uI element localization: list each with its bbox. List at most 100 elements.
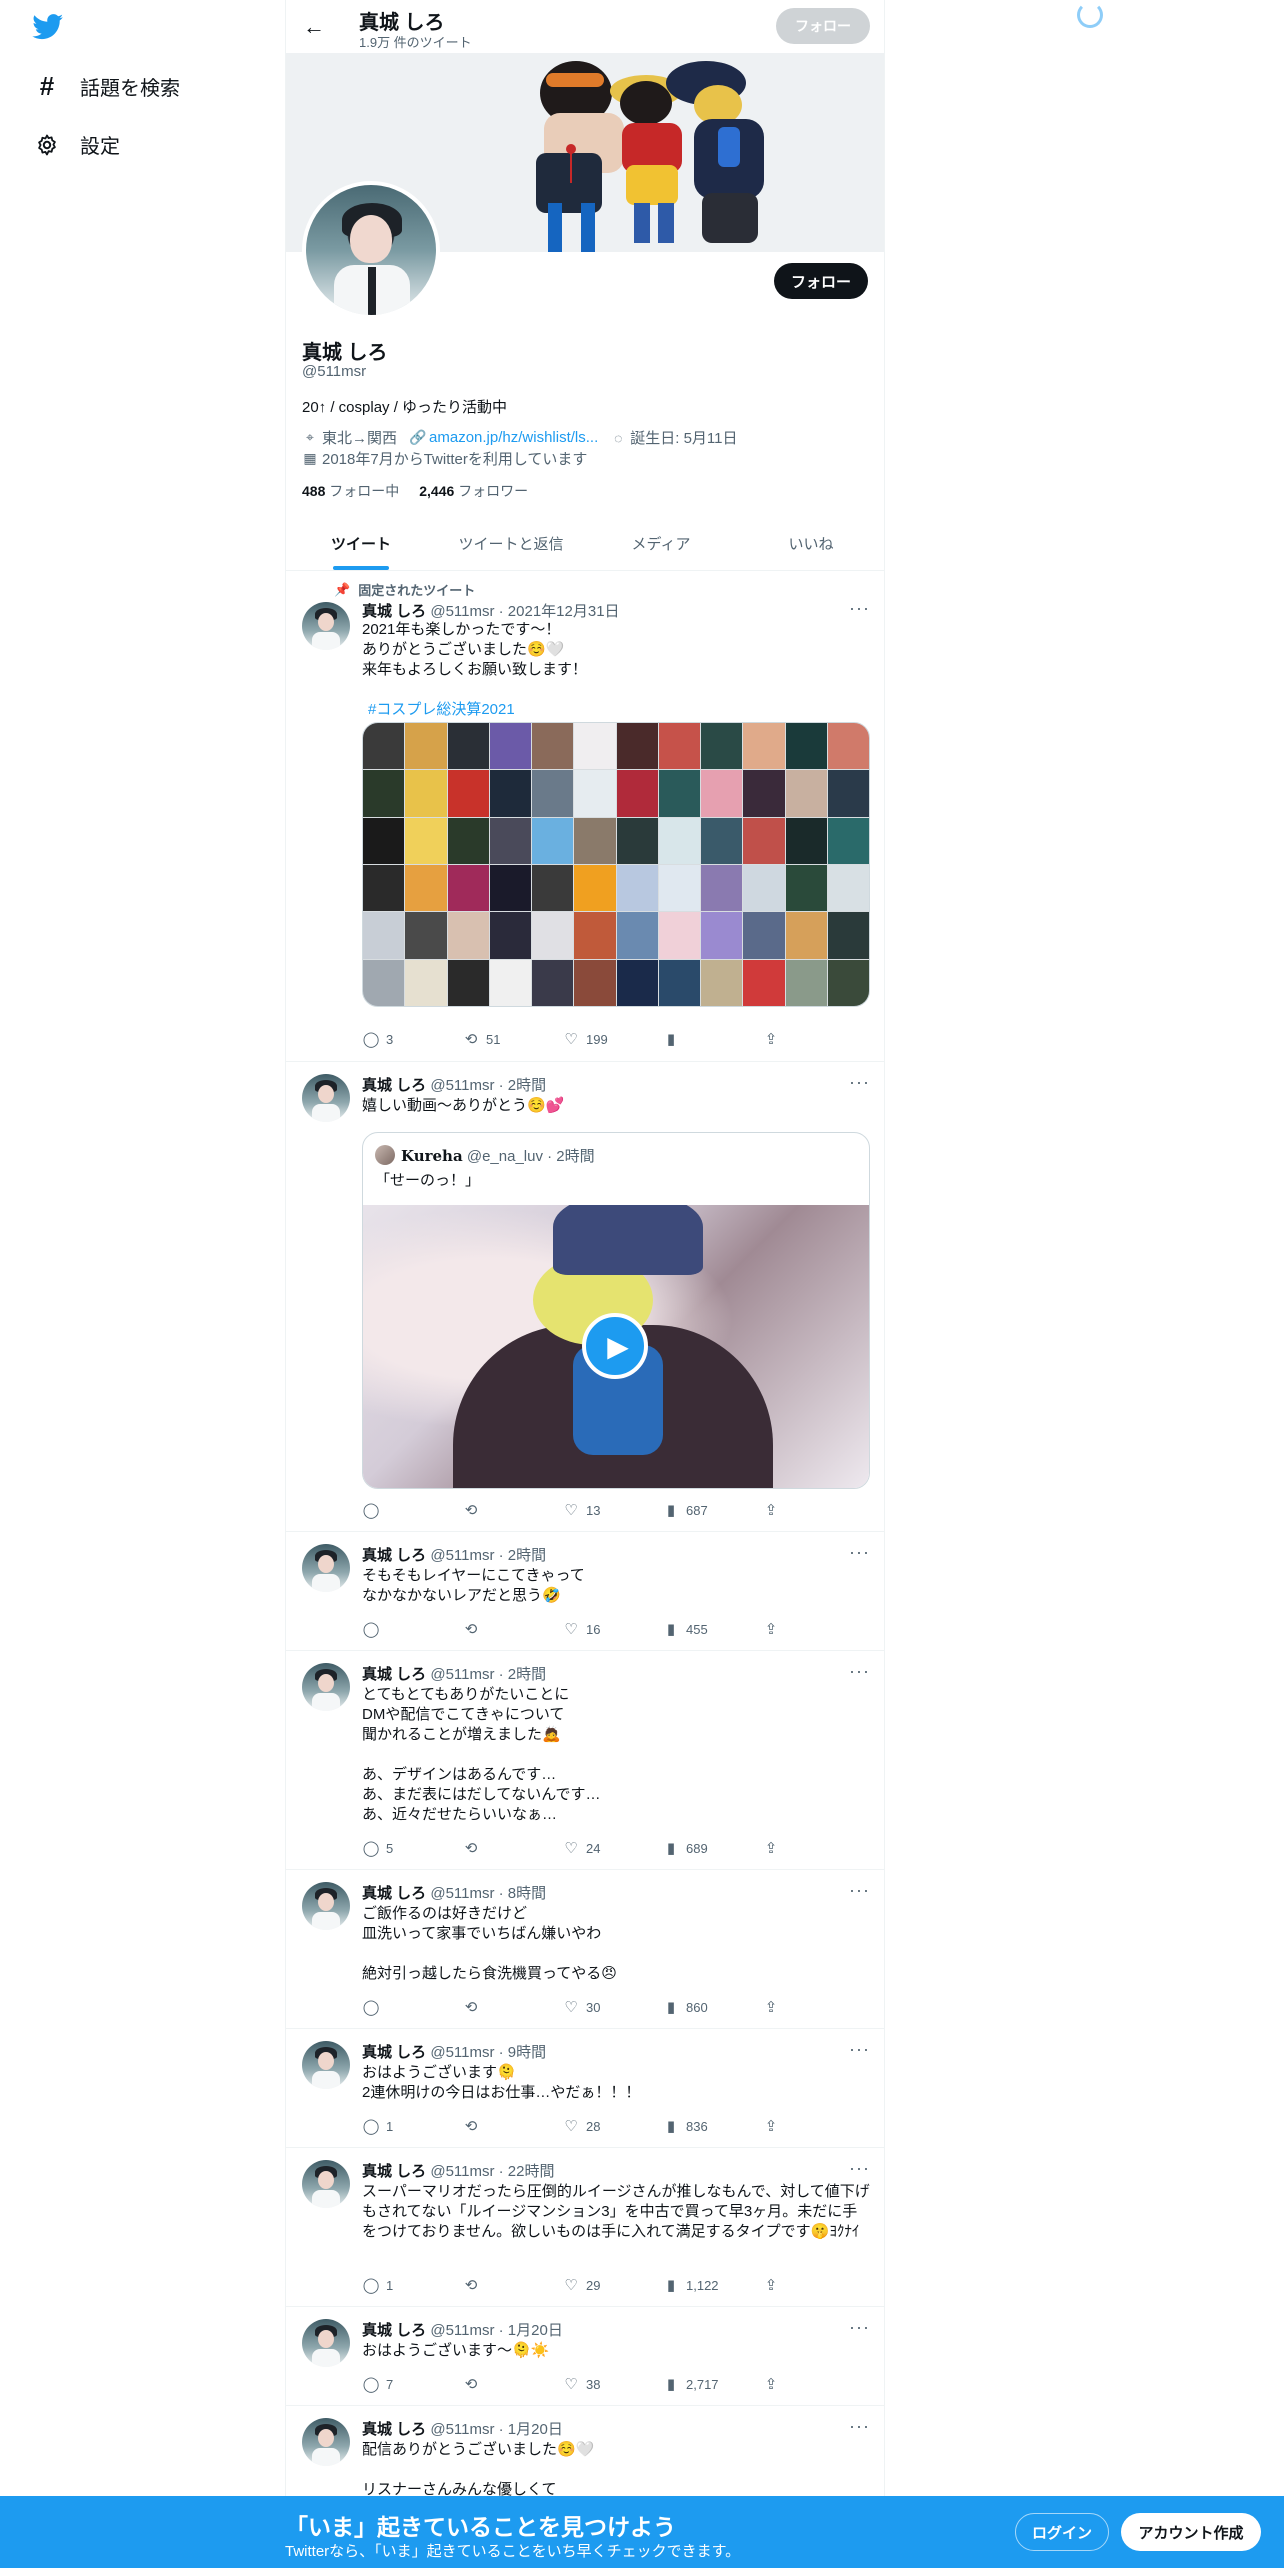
quoted-tweet[interactable]: Kureha @e_na_luv · 2時間 「せーのっ！」 ▶ [362,1132,870,1489]
tweet-author-name[interactable]: 真城 しろ [362,2044,426,2061]
tab-tweets-and-replies[interactable]: ツイートと返信 [436,518,586,570]
reply-button[interactable]: ◯ 7 [362,2375,462,2393]
tab-media[interactable]: メディア [586,518,736,570]
reply-button[interactable]: ◯ 5 [362,1839,462,1857]
play-icon[interactable]: ▶ [582,1313,648,1379]
twitter-logo-icon[interactable] [32,14,64,40]
header-follow-button[interactable]: フォロー [776,8,870,44]
retweet-button[interactable]: ⟲ [462,1998,562,2016]
tweet-text: スーパーマリオだったら圧倒的ルイージさんが推しなもんで、対して値下げもされてない… [362,2183,870,2240]
profile-website-link[interactable]: amazon.jp/hz/wishlist/ls... [429,429,598,446]
login-button[interactable]: ログイン [1015,2513,1109,2551]
tweet[interactable]: 真城 しろ @511msr · 22時間 ··· スーパーマリオだったら圧倒的ル… [286,2148,884,2307]
tweet-author-name[interactable]: 真城 しろ [362,1666,426,1683]
views-button[interactable]: ▮ 860 [662,1998,762,2016]
tweet-author-name[interactable]: 真城 しろ [362,2421,426,2438]
avatar[interactable] [302,1544,350,1592]
followers-link[interactable]: 2,446 フォロワー [419,481,528,501]
views-button[interactable]: ▮ 455 [662,1620,762,1638]
more-icon[interactable]: ··· [849,1542,870,1563]
share-button[interactable]: ⇪ [762,1030,780,1048]
share-button[interactable]: ⇪ [762,2117,780,2135]
avatar[interactable] [302,2418,350,2466]
following-link[interactable]: 488 フォロー中 [302,481,399,501]
nav-settings[interactable]: 設定 [34,130,120,159]
avatar[interactable] [302,2041,350,2089]
profile-birthday: 誕生日: 5月11日 [630,430,738,447]
like-button[interactable]: ♡ 13 [562,1501,662,1519]
tweet-author-name[interactable]: 真城 しろ [362,1885,426,1902]
tweet[interactable]: 📌 固定されたツイート 真城 しろ @511msr · 2021年12月31日 … [286,572,884,1062]
tweet[interactable]: 真城 しろ @511msr · 2時間 ··· そもそもレイヤーにこてきゃって … [286,1532,884,1651]
tweet-media-image[interactable] [362,722,870,1007]
share-button[interactable]: ⇪ [762,2276,780,2294]
retweet-button[interactable]: ⟲ 51 [462,1030,562,1048]
tab-likes[interactable]: いいね [736,518,884,570]
retweet-button[interactable]: ⟲ [462,2276,562,2294]
retweet-button[interactable]: ⟲ [462,2117,562,2135]
retweet-button[interactable]: ⟲ [462,2375,562,2393]
share-button[interactable]: ⇪ [762,1839,780,1857]
avatar[interactable] [302,2319,350,2367]
retweet-button[interactable]: ⟲ [462,1501,562,1519]
more-icon[interactable]: ··· [849,1880,870,1901]
reply-button[interactable]: ◯ [362,1501,462,1519]
reply-button[interactable]: ◯ [362,1620,462,1638]
tweet[interactable]: 真城 しろ @511msr · 8時間 ··· ご飯作るのは好きだけど 皿洗いっ… [286,1870,884,2029]
avatar[interactable] [302,602,350,650]
more-icon[interactable]: ··· [849,1072,870,1093]
tab-tweets[interactable]: ツイート [286,518,436,570]
more-icon[interactable]: ··· [849,598,870,619]
views-button[interactable]: ▮ 836 [662,2117,762,2135]
retweet-button[interactable]: ⟲ [462,1620,562,1638]
views-button[interactable]: ▮ 1,122 [662,2276,762,2294]
views-button[interactable]: ▮ 687 [662,1501,762,1519]
reply-button[interactable]: ◯ [362,1998,462,2016]
tweet-author-name[interactable]: 真城 しろ [362,1077,426,1094]
tweet-author-name[interactable]: 真城 しろ [362,603,426,620]
like-button[interactable]: ♡ 199 [562,1030,662,1048]
share-button[interactable]: ⇪ [762,1501,780,1519]
tweet[interactable]: 真城 しろ @511msr · 2時間 ··· とてもとてもありがたいことに D… [286,1651,884,1870]
reply-button[interactable]: ◯ 1 [362,2276,462,2294]
tweet-author-name[interactable]: 真城 しろ [362,2163,426,2180]
more-icon[interactable]: ··· [849,2317,870,2338]
like-button[interactable]: ♡ 16 [562,1620,662,1638]
more-icon[interactable]: ··· [849,2158,870,2179]
share-button[interactable]: ⇪ [762,1620,780,1638]
tweet-header: 真城 しろ @511msr · 2時間 [362,1663,546,1684]
avatar[interactable] [302,1882,350,1930]
views-button[interactable]: ▮ 2,717 [662,2375,762,2393]
reply-button[interactable]: ◯ 1 [362,2117,462,2135]
share-button[interactable]: ⇪ [762,1998,780,2016]
more-icon[interactable]: ··· [849,2039,870,2060]
tweet[interactable]: 真城 しろ @511msr · 1月20日 ··· おはようございます〜🫠☀️ … [286,2307,884,2406]
video-thumbnail[interactable]: ▶ [363,1205,869,1488]
share-button[interactable]: ⇪ [762,2375,780,2393]
retweet-button[interactable]: ⟲ [462,1839,562,1857]
hashtag-link[interactable]: #コスプレ総決算2021 [368,700,876,720]
profile-avatar[interactable] [302,181,440,319]
like-button[interactable]: ♡ 30 [562,1998,662,2016]
tweet-author-name[interactable]: 真城 しろ [362,1547,426,1564]
avatar[interactable] [302,1663,350,1711]
views-button[interactable]: ▮ [662,1030,762,1048]
more-icon[interactable]: ··· [849,1661,870,1682]
like-button[interactable]: ♡ 29 [562,2276,662,2294]
more-icon[interactable]: ··· [849,2416,870,2437]
tweet[interactable]: 真城 しろ @511msr · 9時間 ··· おはようございます🫠 2連休明け… [286,2029,884,2148]
retweet-icon: ⟲ [464,1502,478,1519]
avatar[interactable] [302,1074,350,1122]
back-arrow-icon[interactable]: ← [300,13,328,41]
follow-button[interactable]: フォロー [774,263,868,299]
nav-explore[interactable]: # 話題を検索 [34,71,180,101]
like-button[interactable]: ♡ 28 [562,2117,662,2135]
like-button[interactable]: ♡ 24 [562,1839,662,1857]
tweet-author-name[interactable]: 真城 しろ [362,2322,426,2339]
avatar[interactable] [302,2160,350,2208]
views-button[interactable]: ▮ 689 [662,1839,762,1857]
signup-button[interactable]: アカウント作成 [1121,2513,1261,2551]
reply-button[interactable]: ◯ 3 [362,1030,462,1048]
like-button[interactable]: ♡ 38 [562,2375,662,2393]
tweet[interactable]: 真城 しろ @511msr · 2時間 ··· 嬉しい動画〜ありがとう☺️💕 K… [286,1062,884,1532]
